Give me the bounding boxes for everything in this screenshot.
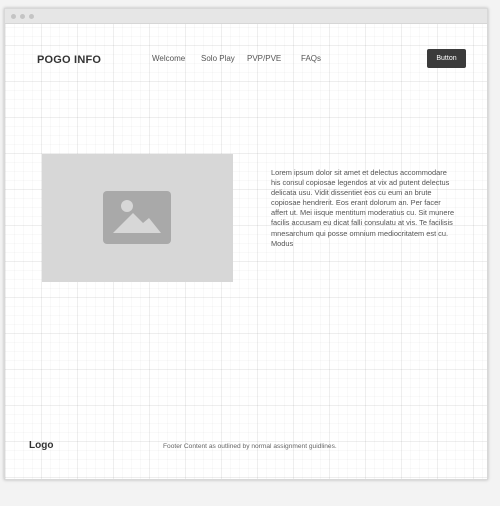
window-close-dot[interactable]: [11, 14, 16, 19]
hero-body-text: Lorem ipsum dolor sit amet et delectus a…: [271, 168, 455, 248]
site-brand[interactable]: POGO INFO: [37, 54, 101, 66]
nav-pvp-pve[interactable]: PVP/PVE: [247, 54, 281, 63]
window-titlebar: [5, 9, 487, 24]
image-placeholder-icon: [103, 191, 171, 244]
site-header: POGO INFO Welcome Solo Play PVP/PVE FAQs…: [5, 24, 487, 104]
nav-solo-play[interactable]: Solo Play: [201, 54, 235, 63]
nav-faqs[interactable]: FAQs: [301, 54, 321, 63]
header-button[interactable]: Button: [427, 49, 466, 68]
nav-welcome[interactable]: Welcome: [152, 54, 185, 63]
footer-logo[interactable]: Logo: [29, 440, 53, 451]
window-minimize-dot[interactable]: [20, 14, 25, 19]
footer-content: Footer Content as outlined by normal ass…: [163, 443, 337, 450]
window-maximize-dot[interactable]: [29, 14, 34, 19]
browser-window: POGO INFO Welcome Solo Play PVP/PVE FAQs…: [4, 8, 488, 480]
hero-image-placeholder: [42, 154, 233, 282]
